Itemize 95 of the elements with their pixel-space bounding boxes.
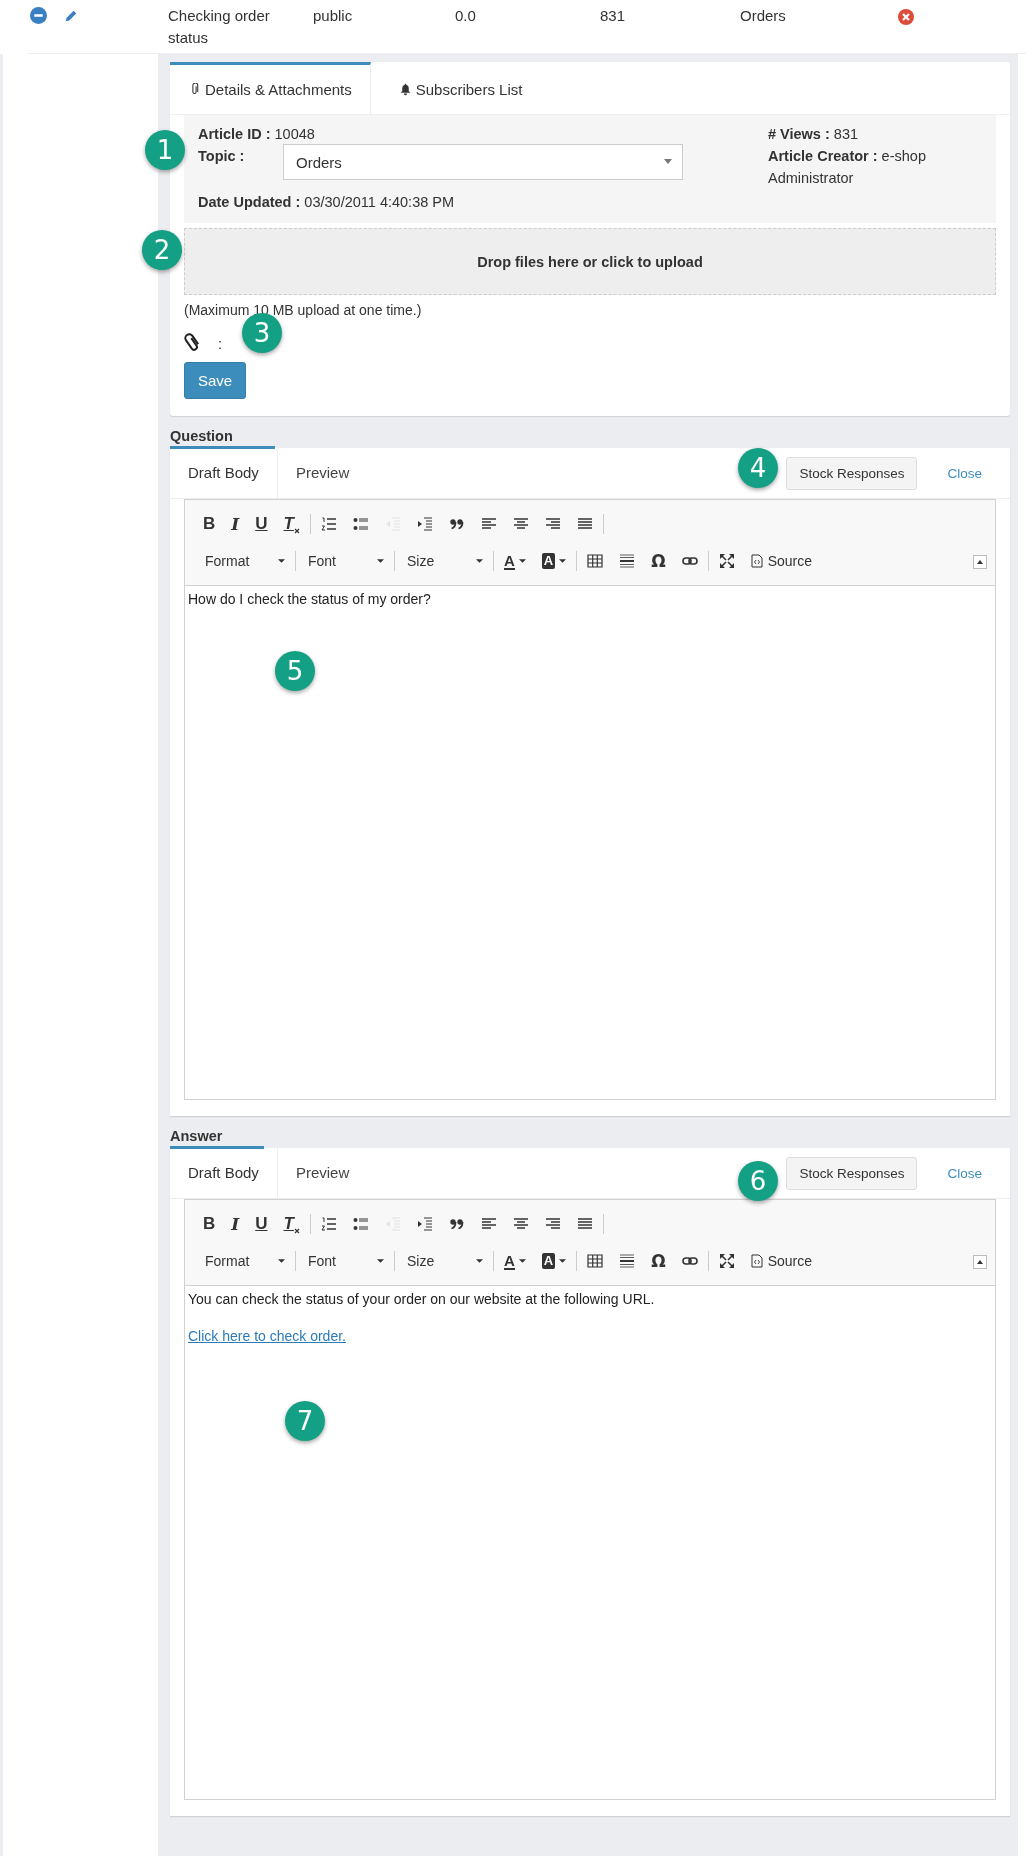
text-color-button[interactable]: A: [504, 552, 526, 570]
collapse-toolbar-icon[interactable]: [973, 555, 987, 569]
field-label: Article ID :: [198, 126, 271, 142]
caret-icon: [518, 1259, 526, 1263]
align-left-icon[interactable]: [480, 516, 497, 532]
table-cell-text: 831: [600, 6, 626, 26]
stock-responses-button[interactable]: Stock Responses: [786, 456, 918, 490]
dropdown[interactable]: Size: [397, 1253, 491, 1269]
special-character-button[interactable]: Ω: [651, 1251, 666, 1271]
caret-icon: [377, 1259, 384, 1263]
indent-icon[interactable]: [416, 516, 433, 532]
x-icon: [293, 528, 300, 534]
dropdown[interactable]: Format: [195, 1253, 293, 1269]
stock-responses-button[interactable]: Stock Responses: [786, 1156, 918, 1190]
caret-icon: [278, 559, 285, 563]
attachments-label: :: [218, 334, 223, 352]
caret-icon: [559, 559, 567, 563]
caret-icon: [377, 559, 384, 563]
numbered-list-icon[interactable]: [320, 1216, 337, 1232]
table-icon[interactable]: [587, 1253, 604, 1269]
save-button[interactable]: Save: [184, 362, 246, 399]
text-color-button[interactable]: A: [504, 1252, 526, 1270]
align-right-icon[interactable]: [544, 516, 561, 532]
bulleted-list-icon[interactable]: [352, 516, 369, 532]
bulleted-list-icon[interactable]: [352, 1216, 369, 1232]
maximize-icon[interactable]: [718, 553, 735, 569]
align-left-icon[interactable]: [480, 1216, 497, 1232]
quote-icon[interactable]: [448, 1216, 465, 1232]
topic-select[interactable]: Orders: [283, 144, 683, 180]
indent-icon[interactable]: [416, 1216, 433, 1232]
caret-icon: [278, 1259, 285, 1263]
table-cell-text: 0.0: [455, 6, 476, 26]
caret-icon: [664, 159, 672, 164]
body-text: How do I check the status of my order?: [188, 590, 432, 608]
underline-button[interactable]: U: [255, 514, 268, 534]
document-code-icon: [750, 1254, 763, 1268]
tab[interactable]: Subscribers List: [370, 62, 541, 114]
tab[interactable]: Preview: [277, 1148, 368, 1198]
table-cell-text: Checking order status: [168, 6, 271, 48]
bold-button[interactable]: B: [203, 514, 216, 534]
field-label: Date Updated :: [198, 194, 301, 210]
paperclip-icon: [184, 333, 200, 353]
caret-icon: [476, 559, 483, 563]
clear-format-button[interactable]: T: [283, 514, 300, 534]
dropdown[interactable]: Font: [298, 1253, 392, 1269]
align-center-icon[interactable]: [512, 516, 529, 532]
caret-icon: [476, 1259, 483, 1263]
callout-number: 1: [145, 130, 185, 170]
close-link[interactable]: Close: [947, 465, 982, 481]
field-value: 10048: [274, 126, 315, 142]
underline-button[interactable]: U: [255, 1214, 268, 1234]
document-code-icon: [750, 554, 763, 568]
order-link[interactable]: Click here to check order.: [188, 1328, 346, 1344]
italic-button[interactable]: I: [231, 514, 240, 534]
bell-icon: [398, 83, 412, 96]
delete-icon[interactable]: [898, 9, 914, 25]
dropdown[interactable]: Font: [298, 553, 392, 569]
align-center-icon[interactable]: [512, 1216, 529, 1232]
field-label: # Views :: [768, 126, 830, 142]
tab[interactable]: Preview: [277, 448, 368, 498]
bold-button[interactable]: B: [203, 1214, 216, 1234]
horizontal-rule-icon[interactable]: [619, 553, 636, 569]
caret-icon: [518, 559, 526, 563]
tab[interactable]: Draft Body: [170, 1148, 278, 1198]
edit-icon[interactable]: [64, 9, 78, 23]
justify-icon[interactable]: [576, 516, 593, 532]
body-text: You can check the status of your order on our website at the following URL.: [188, 1290, 656, 1308]
quote-icon[interactable]: [448, 516, 465, 532]
upload-dropzone[interactable]: Drop files here or click to upload: [184, 228, 996, 295]
dropdown[interactable]: Size: [397, 553, 491, 569]
x-icon: [293, 1228, 300, 1234]
italic-button[interactable]: I: [231, 1214, 240, 1234]
caret-icon: [559, 1259, 567, 1263]
tab[interactable]: Draft Body: [170, 448, 278, 498]
table-cell-text: Orders: [740, 6, 786, 26]
align-right-icon[interactable]: [544, 1216, 561, 1232]
collapse-icon[interactable]: [30, 7, 47, 24]
table-cell-text: public: [313, 6, 353, 26]
collapse-toolbar-icon[interactable]: [973, 1255, 987, 1269]
clear-format-button[interactable]: T: [283, 1214, 300, 1234]
field-value: 03/30/2011 4:40:38 PM: [304, 194, 455, 210]
table-icon[interactable]: [587, 553, 604, 569]
creator-text: Article Creator : e-shop Administrator: [768, 148, 926, 186]
justify-icon[interactable]: [576, 1216, 593, 1232]
close-link[interactable]: Close: [947, 1165, 982, 1181]
dropdown[interactable]: Format: [195, 553, 293, 569]
source-button[interactable]: Source: [750, 553, 813, 569]
special-character-button[interactable]: Ω: [651, 551, 666, 571]
horizontal-rule-icon[interactable]: [619, 1253, 636, 1269]
callout-number: 2: [142, 230, 182, 270]
source-button[interactable]: Source: [750, 1253, 813, 1269]
numbered-list-icon[interactable]: [320, 516, 337, 532]
field-value: 831: [833, 126, 859, 142]
field-label: Topic :: [198, 147, 246, 166]
maximize-icon[interactable]: [718, 1253, 735, 1269]
